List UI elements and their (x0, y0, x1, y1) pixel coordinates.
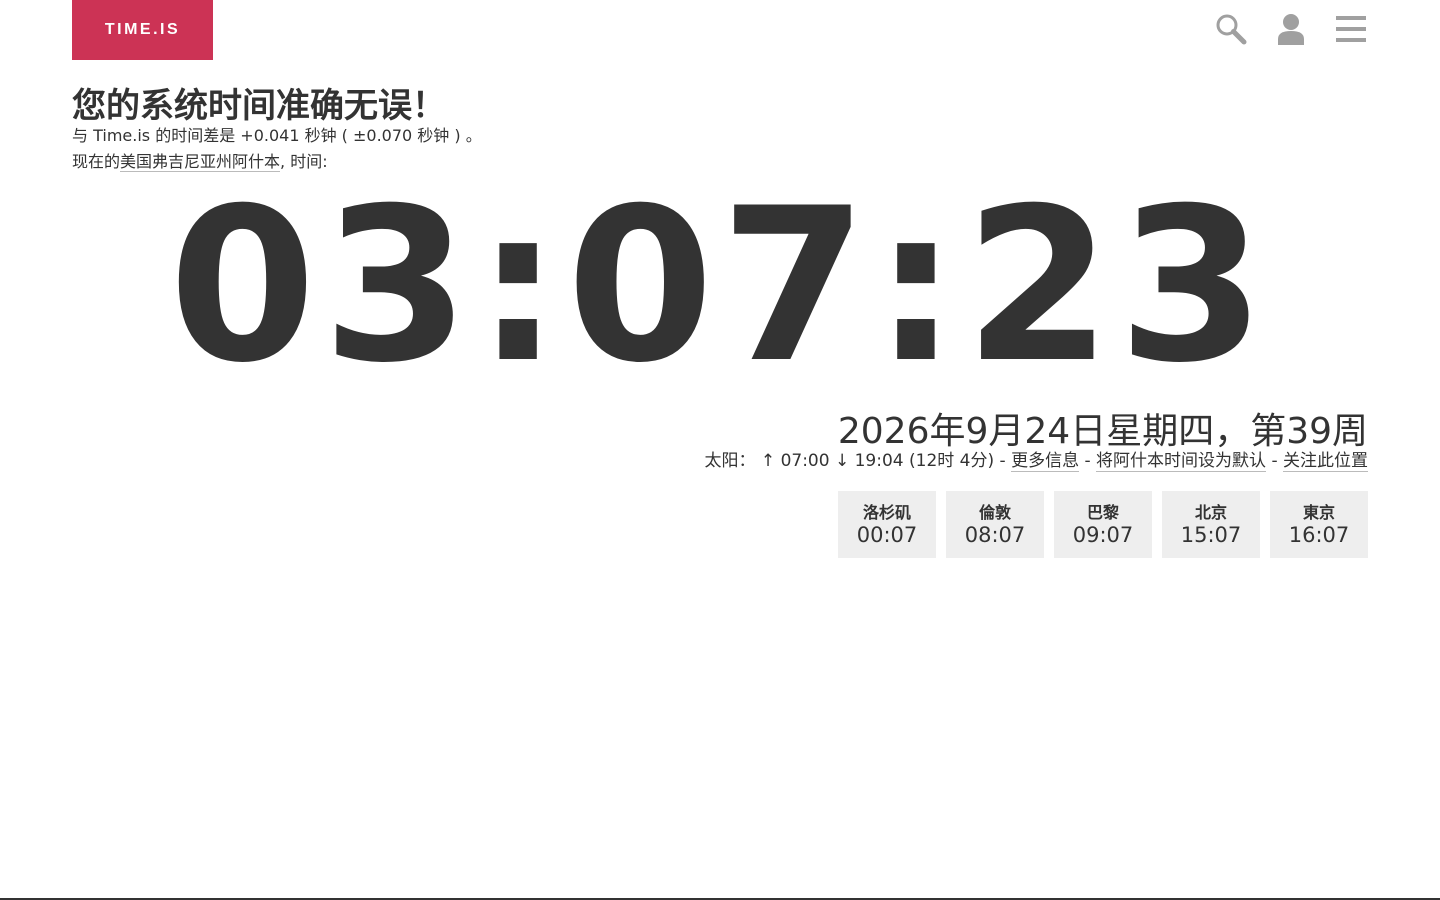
set-default-link[interactable]: 将阿什本时间设为默认 (1096, 451, 1267, 472)
city-name: 倫敦 (978, 502, 1011, 522)
city-name: 洛杉矶 (862, 502, 911, 522)
account-button[interactable] (1274, 12, 1308, 46)
search-button[interactable] (1214, 12, 1248, 46)
location-prefix: 现在的 (72, 152, 121, 171)
city-clock-tokyo[interactable]: 東京 16:07 (1270, 491, 1368, 558)
city-clocks: 洛杉矶 00:07 倫敦 08:07 巴黎 09:07 北京 15:07 東京 … (838, 491, 1368, 558)
menu-icon (1336, 16, 1366, 42)
city-clock-los-angeles[interactable]: 洛杉矶 00:07 (838, 491, 936, 558)
watch-location-link[interactable]: 关注此位置 (1283, 451, 1368, 472)
offset-info: 与 Time.is 的时间差是 +0.041 秒钟 ( ±0.070 秒钟 ) … (72, 126, 482, 145)
separator: - (994, 451, 1012, 471)
city-name: 巴黎 (1086, 502, 1119, 522)
sun-info: 太阳： ↑ 07:00 ↓ 19:04 (12时 4分) - 更多信息 - 将阿… (704, 446, 1368, 472)
city-name: 北京 (1194, 502, 1227, 522)
top-icon-bar (1214, 12, 1368, 46)
city-clock-beijing[interactable]: 北京 15:07 (1162, 491, 1260, 558)
separator: - (1266, 451, 1283, 471)
city-time: 15:07 (1180, 522, 1242, 547)
city-time: 16:07 (1288, 522, 1350, 547)
city-name: 東京 (1302, 502, 1335, 522)
city-time: 08:07 (964, 522, 1026, 547)
city-time: 09:07 (1072, 522, 1134, 547)
search-icon (1216, 14, 1247, 45)
page: TIME.IS 您的系统时间准确无误！ 与 Time.is 的时间差是 +0.0… (0, 0, 1440, 900)
more-info-link[interactable]: 更多信息 (1011, 451, 1080, 472)
sun-label: 太阳： (704, 451, 756, 471)
city-clock-london[interactable]: 倫敦 08:07 (946, 491, 1044, 558)
logo-text: TIME.IS (104, 21, 181, 38)
day-length: (12时 4分) (909, 451, 995, 471)
sunrise-time: ↑ 07:00 (760, 451, 830, 471)
logo-button[interactable]: TIME.IS (72, 0, 213, 60)
user-icon (1278, 14, 1304, 45)
city-time: 00:07 (856, 522, 918, 547)
menu-button[interactable] (1334, 12, 1368, 46)
sync-status-headline: 您的系统时间准确无误！ (72, 86, 446, 126)
sunset-time: ↓ 19:04 (834, 451, 904, 471)
main-clock: 03:07:23 (168, 162, 1272, 409)
separator: - (1079, 451, 1097, 471)
city-clock-paris[interactable]: 巴黎 09:07 (1054, 491, 1152, 558)
